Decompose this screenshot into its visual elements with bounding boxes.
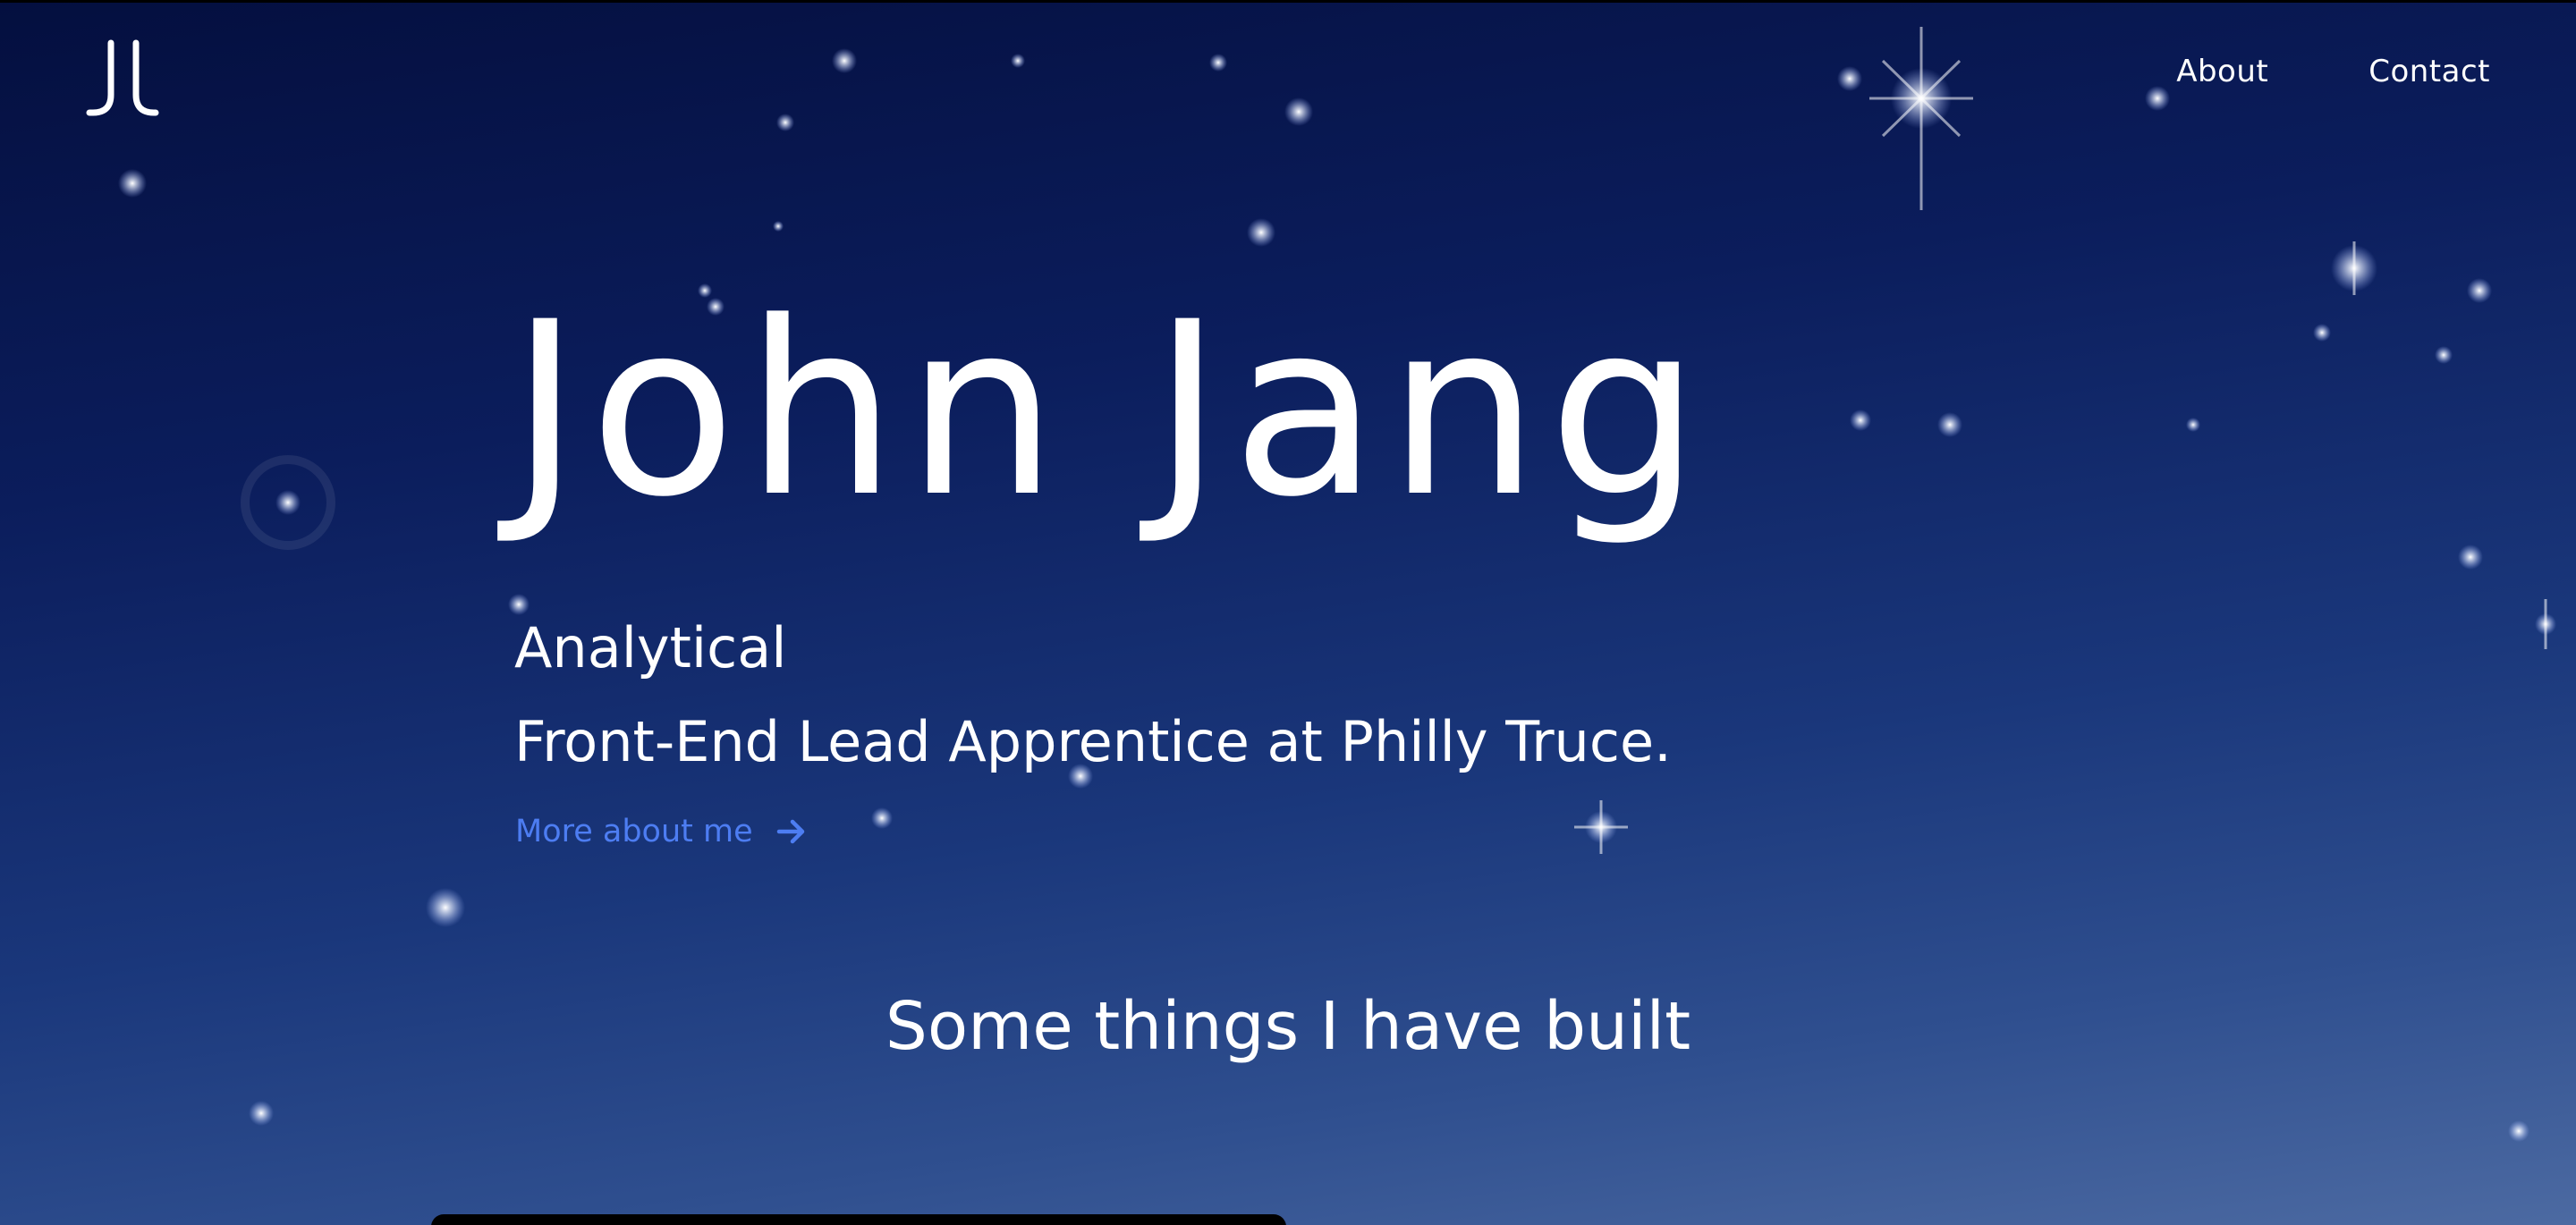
hero-role: Front-End Lead Apprentice at Philly Truc…	[514, 709, 1672, 774]
projects-heading: Some things I have built	[885, 988, 1691, 1065]
nav-link-contact[interactable]: Contact	[2368, 54, 2490, 89]
hero-trait: Analytical	[514, 615, 787, 680]
nav-link-about[interactable]: About	[2176, 54, 2268, 89]
more-about-me-link[interactable]: More about me	[515, 814, 807, 849]
top-navigation: About Contact	[2176, 54, 2490, 89]
more-about-me-label: More about me	[515, 814, 753, 849]
project-card[interactable]	[431, 1214, 1286, 1225]
jj-monogram-logo-icon[interactable]	[86, 39, 159, 120]
hero-name: John Jang	[510, 271, 1710, 550]
portfolio-page: About Contact John Jang Analytical Front…	[0, 0, 2576, 1225]
arrow-right-icon	[776, 819, 804, 844]
